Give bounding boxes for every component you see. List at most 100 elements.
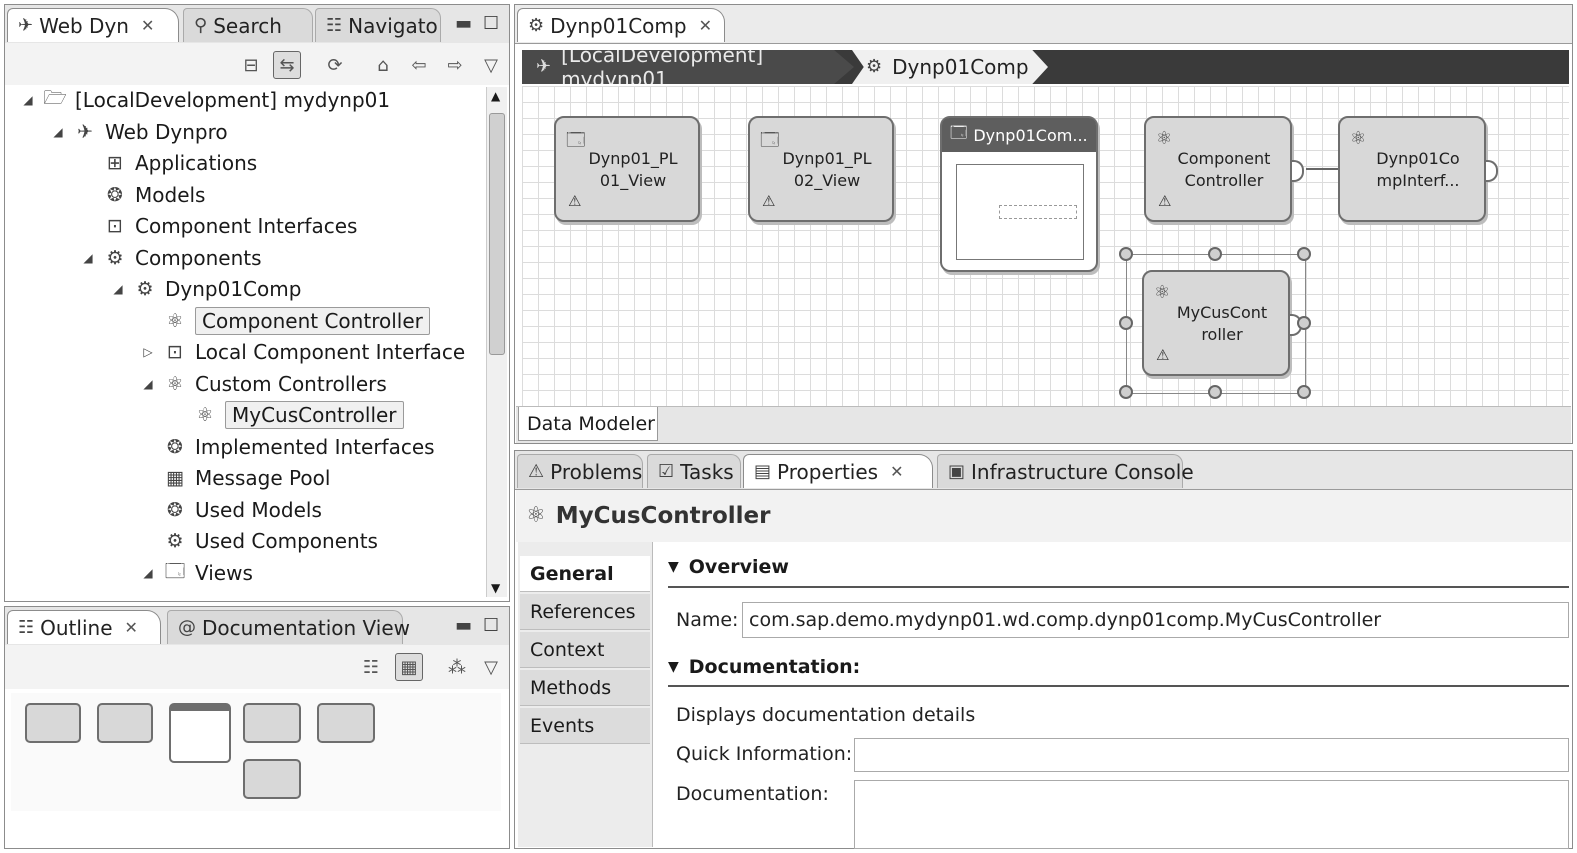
tab-web-dynpro[interactable]: ✈ Web Dyn ✕	[7, 8, 179, 42]
view-menu-icon[interactable]: ▽	[477, 51, 505, 79]
tree-item-mycuscontroller[interactable]: ⚛ MyCusController	[171, 400, 404, 430]
close-icon[interactable]: ✕	[699, 16, 712, 35]
tab-properties[interactable]: ▤ Properties ✕	[743, 454, 933, 488]
close-icon[interactable]: ✕	[141, 16, 154, 35]
views-icon: 🗔	[164, 560, 186, 582]
custom-controller-node-mycuscontroller[interactable]: ⚛ MyCusCont roller ⚠	[1142, 270, 1290, 376]
outline-node-view1[interactable]	[25, 703, 81, 743]
view-menu-icon[interactable]: ▽	[477, 653, 505, 681]
expanded-arrow-icon[interactable]: ◢	[81, 251, 95, 265]
tab-general[interactable]: General	[520, 556, 650, 592]
tree-view-icon[interactable]: ☷	[357, 653, 385, 681]
tree-item-component-controller[interactable]: ⚛ Component Controller	[141, 306, 430, 336]
forward-icon[interactable]: ⇨	[441, 51, 469, 79]
collapsed-arrow-icon[interactable]: ▷	[141, 345, 155, 359]
name-field[interactable]: com.sap.demo.mydynp01.wd.comp.dynp01comp…	[742, 602, 1569, 638]
tab-documentation-view[interactable]: @ Documentation View	[167, 610, 410, 644]
resize-handle-n[interactable]	[1208, 247, 1222, 261]
tab-data-modeler[interactable]: Data Modeler	[518, 407, 658, 441]
tree-item-used-models[interactable]: ❂ Used Models	[141, 495, 322, 525]
filter-icon[interactable]: ⁂	[443, 653, 471, 681]
graphical-view-icon[interactable]: ▦	[395, 653, 423, 681]
tab-dynp01comp-editor[interactable]: ⚙ Dynp01Comp ✕	[517, 8, 725, 42]
editor-bottom-tabbar: Data Modeler	[516, 406, 1571, 443]
outline-node-component-controller[interactable]	[243, 703, 301, 743]
window-node-dynp01comp[interactable]: 🗔 Dynp01Com...	[940, 116, 1098, 272]
outline-node-view2[interactable]	[97, 703, 153, 743]
resize-handle-nw[interactable]	[1119, 247, 1133, 261]
component-controller-port[interactable]	[1292, 160, 1304, 182]
tree-item-project[interactable]: ◢ 🗁 [LocalDevelopment] mydynp01	[21, 85, 390, 115]
overview-section-header[interactable]: ▼ Overview	[668, 556, 789, 578]
tab-infrastructure-console[interactable]: ▣ Infrastructure Console	[937, 454, 1194, 488]
tree-item-models[interactable]: ❂ Models	[81, 180, 205, 210]
tab-navigator[interactable]: ☷ Navigato	[315, 8, 441, 42]
expanded-arrow-icon[interactable]: ◢	[51, 125, 65, 139]
resize-handle-ne[interactable]	[1297, 247, 1311, 261]
tree-item-local-component-interface[interactable]: ▷ ⊡ Local Component Interface	[141, 337, 465, 367]
tab-problems[interactable]: ⚠ Problems	[517, 454, 643, 488]
documentation-section-header[interactable]: ▼ Documentation:	[668, 656, 860, 678]
breadcrumb-project[interactable]: ✈ [LocalDevelopment] mydynp01	[522, 50, 854, 84]
home-icon[interactable]: ⌂	[369, 51, 397, 79]
documentation-field[interactable]	[854, 780, 1569, 849]
outline-node-interface[interactable]	[317, 703, 375, 743]
expanded-arrow-icon[interactable]: ◢	[21, 93, 35, 107]
component-interface-node[interactable]: ⚛ Dynp01Co mpInterf...	[1338, 116, 1486, 222]
resize-handle-e[interactable]	[1297, 316, 1311, 330]
minimize-icon[interactable]: ▬	[455, 615, 472, 636]
scroll-thumb[interactable]	[489, 113, 505, 355]
resize-handle-w[interactable]	[1119, 316, 1133, 330]
tab-context[interactable]: Context	[520, 632, 650, 668]
tab-events[interactable]: Events	[520, 708, 650, 744]
resize-handle-sw[interactable]	[1119, 385, 1133, 399]
tab-references[interactable]: References	[520, 594, 650, 630]
tree-item-views[interactable]: ◢ 🗔 Views	[141, 558, 253, 588]
tree-item-web-dynpro[interactable]: ◢ ✈ Web Dynpro	[51, 117, 227, 147]
link-with-editor-icon[interactable]: ⇆	[273, 51, 301, 79]
expanded-arrow-icon[interactable]: ◢	[141, 566, 155, 580]
close-icon[interactable]: ✕	[125, 618, 138, 637]
tab-search[interactable]: ⚲ Search	[183, 8, 313, 42]
explorer-scrollbar[interactable]: ▲ ▼	[486, 87, 507, 597]
component-interface-port[interactable]	[1486, 160, 1498, 182]
scroll-up-icon[interactable]: ▲	[491, 89, 500, 103]
tab-outline[interactable]: ☷ Outline ✕	[7, 610, 161, 644]
breadcrumb-component[interactable]: ⚙ Dynp01Comp	[852, 50, 1048, 84]
data-modeler-canvas[interactable]: 🗔 Dynp01_PL 01_View ⚠ 🗔 Dynp01_PL 02_Vie…	[522, 86, 1569, 406]
collapse-all-icon[interactable]: ⊟	[237, 51, 265, 79]
tree-item-dynp01comp[interactable]: ◢ ⚙ Dynp01Comp	[111, 274, 301, 304]
refresh-icon[interactable]: ⟳	[321, 51, 349, 79]
maximize-icon[interactable]: ☐	[483, 615, 499, 636]
message-pool-icon: ▦	[166, 467, 184, 489]
tree-item-components[interactable]: ◢ ⚙ Components	[81, 243, 261, 273]
resize-handle-se[interactable]	[1297, 385, 1311, 399]
quick-information-field[interactable]	[854, 738, 1569, 772]
tree-item-message-pool[interactable]: ▦ Message Pool	[141, 463, 330, 493]
tab-tasks[interactable]: ☑ Tasks	[647, 454, 741, 488]
outline-canvas[interactable]	[11, 693, 501, 811]
maximize-icon[interactable]: ☐	[483, 13, 499, 34]
close-icon[interactable]: ✕	[890, 462, 903, 481]
outline-node-window[interactable]	[169, 703, 231, 763]
documentation-hint: Displays documentation details	[676, 704, 976, 726]
collapse-triangle-icon[interactable]: ▼	[668, 659, 679, 675]
tree-item-custom-controllers[interactable]: ◢ ⚛ Custom Controllers	[141, 369, 386, 399]
tab-methods[interactable]: Methods	[520, 670, 650, 706]
scroll-down-icon[interactable]: ▼	[491, 581, 500, 595]
expanded-arrow-icon[interactable]: ◢	[111, 282, 125, 296]
collapse-triangle-icon[interactable]: ▼	[668, 559, 679, 575]
component-icon: ⚙	[136, 278, 154, 300]
expanded-arrow-icon[interactable]: ◢	[141, 377, 155, 391]
tree-item-component-interfaces[interactable]: ⊡ Component Interfaces	[81, 211, 357, 241]
tree-item-applications[interactable]: ⊞ Applications	[81, 148, 257, 178]
minimize-icon[interactable]: ▬	[455, 13, 472, 34]
tree-item-used-components[interactable]: ⚙ Used Components	[141, 526, 377, 556]
view-node-dynp01-pl01[interactable]: 🗔 Dynp01_PL 01_View ⚠	[554, 116, 700, 222]
component-controller-node[interactable]: ⚛ Component Controller ⚠	[1144, 116, 1292, 222]
resize-handle-s[interactable]	[1208, 385, 1222, 399]
outline-node-custom-controller[interactable]	[243, 759, 301, 799]
tree-item-implemented-interfaces[interactable]: ❂ Implemented Interfaces	[141, 432, 435, 462]
back-icon[interactable]: ⇦	[405, 51, 433, 79]
view-node-dynp01-pl02[interactable]: 🗔 Dynp01_PL 02_View ⚠	[748, 116, 894, 222]
